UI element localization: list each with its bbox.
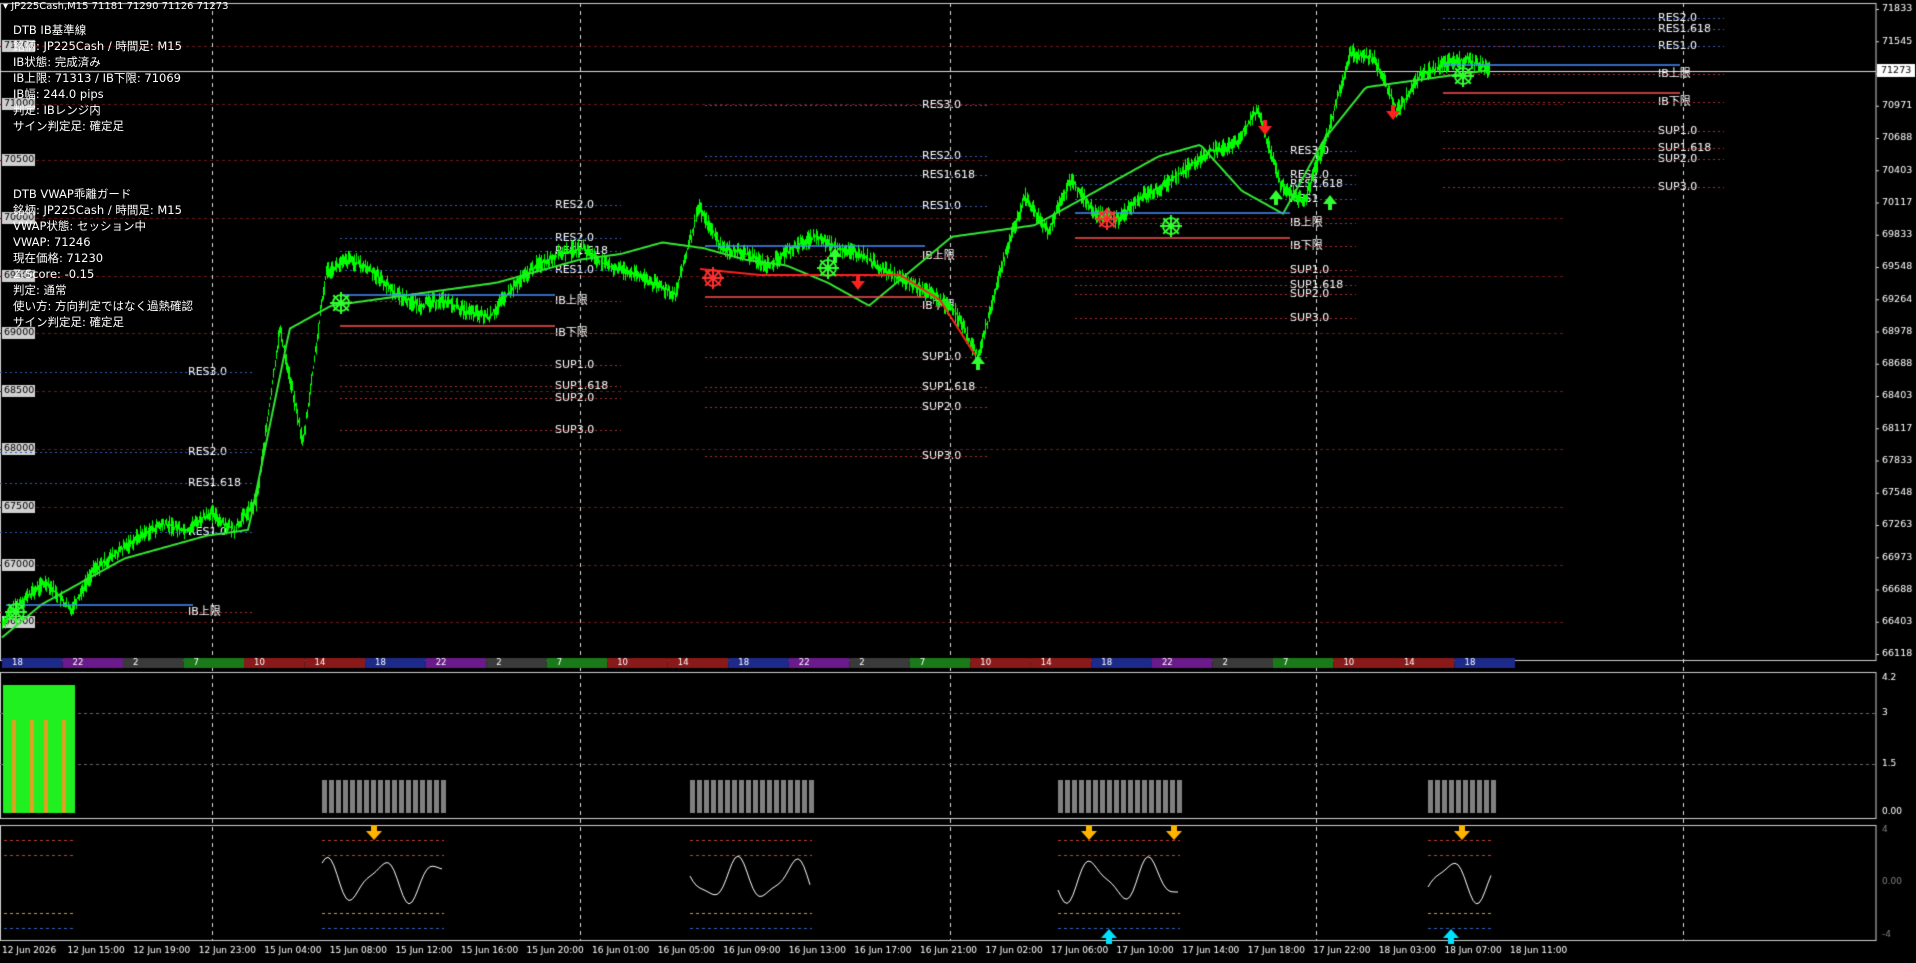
ib-panel-line: IB上限: 71313 / IB下限: 71069 bbox=[13, 71, 181, 85]
ib-info-panel: DTB IB基準線銘柄: JP225Cash / 時間足: M15 IB状態: 完… bbox=[13, 22, 182, 134]
vwap-panel-line: VWAP状態: セッション中 bbox=[13, 219, 146, 233]
ib-panel-line: IB幅: 244.0 pips bbox=[13, 87, 104, 101]
price-chart-canvas[interactable] bbox=[0, 0, 1916, 963]
vwap-panel-line: 銘柄: JP225Cash / 時間足: M15 bbox=[13, 203, 182, 217]
vwap-panel-line: サイン判定足: 確定足 bbox=[13, 315, 125, 329]
ib-panel-line: サイン判定足: 確定足 bbox=[13, 119, 125, 133]
ib-panel-line: 銘柄: JP225Cash / 時間足: M15 bbox=[13, 39, 182, 53]
ib-panel-line: 判定: IBレンジ内 bbox=[13, 103, 101, 117]
ib-panel-line: IB状態: 完成済み bbox=[13, 55, 101, 69]
chart-title: ▾ JP225Cash,M15 71181 71290 71126 71273 bbox=[3, 1, 228, 12]
vwap-panel-line: VWAP: 71246 bbox=[13, 235, 91, 249]
chart-menu-arrow[interactable]: ▾ bbox=[3, 1, 8, 12]
vwap-panel-line: 判定: 通常 bbox=[13, 283, 67, 297]
chart-symbol: JP225Cash,M15 bbox=[11, 1, 89, 12]
vwap-panel-line: 使い方: 方向判定ではなく過熱確認 bbox=[13, 299, 194, 313]
ib-panel-line: DTB IB基準線 bbox=[13, 23, 87, 37]
vwap-info-panel: DTB VWAP乖離ガード銘柄: JP225Cash / 時間足: M15 VWA… bbox=[13, 186, 193, 330]
vwap-panel-line: DTB VWAP乖離ガード bbox=[13, 187, 132, 201]
vwap-panel-line: Z-Score: -0.15 bbox=[13, 267, 95, 281]
chart-ohlc: 71181 71290 71126 71273 bbox=[91, 1, 229, 12]
vwap-panel-line: 現在価格: 71230 bbox=[13, 251, 104, 265]
